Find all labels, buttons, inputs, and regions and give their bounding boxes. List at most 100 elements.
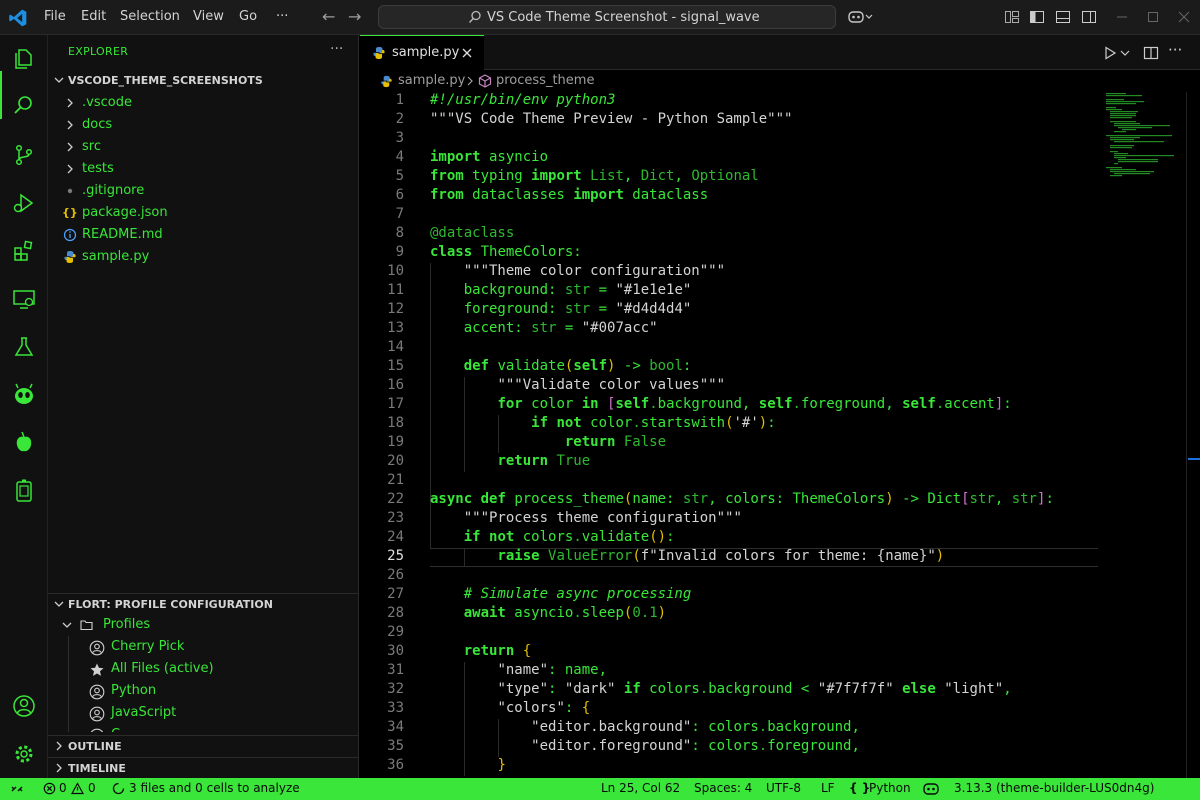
- tree-item-readme[interactable]: README.md: [48, 224, 359, 246]
- customize-layout-icon[interactable]: [1004, 9, 1020, 25]
- source-control-icon[interactable]: [12, 143, 36, 167]
- line-number: 3: [395, 130, 404, 146]
- code-line: async def process_theme(name: str, color…: [430, 491, 1054, 507]
- line-ending-setting[interactable]: LF: [821, 781, 835, 795]
- outline-section-header[interactable]: OUTLINE: [48, 735, 359, 757]
- line-number: 11: [387, 282, 404, 298]
- menu-file[interactable]: File: [44, 9, 66, 24]
- profile-label: Python: [111, 683, 157, 698]
- toggle-panel-icon[interactable]: [1055, 9, 1071, 25]
- line-number: 30: [387, 643, 404, 659]
- python-file-icon: [373, 47, 385, 59]
- code-editor[interactable]: 1 2 3 4 5 6 7 8 9 10 11 12 13 14 15 16 17 18 19 20 21 22 23 24 2…: [360, 92, 1200, 778]
- minimap[interactable]: [1104, 92, 1174, 182]
- search-view-icon[interactable]: [12, 93, 36, 117]
- analysis-status[interactable]: 3 files and 0 cells to analyze: [129, 781, 300, 795]
- indentation-setting[interactable]: Spaces: 4: [694, 781, 752, 795]
- split-editor-icon[interactable]: [1143, 45, 1159, 61]
- breadcrumb-symbol[interactable]: process_theme: [496, 73, 594, 88]
- toggle-primary-sidebar-icon[interactable]: [1029, 9, 1045, 25]
- run-file-icon[interactable]: [1102, 45, 1118, 61]
- activity-bar: [0, 35, 48, 778]
- code-line: from typing import List, Dict, Optional: [430, 168, 759, 184]
- cursor-position[interactable]: Ln 25, Col 62: [601, 781, 680, 795]
- copilot-icon[interactable]: [848, 9, 874, 25]
- command-center[interactable]: VS Code Theme Screenshot - signal_wave: [378, 5, 836, 29]
- error-count[interactable]: 0: [59, 781, 67, 795]
- code-line: """Validate color values""": [497, 377, 726, 393]
- run-debug-icon[interactable]: [12, 191, 36, 215]
- forward-arrow-icon[interactable]: →: [348, 7, 361, 26]
- tree-item-docs-folder[interactable]: docs: [48, 114, 359, 136]
- tree-item-sample-py[interactable]: sample.py: [48, 246, 359, 268]
- profile-item-cherry-pick[interactable]: Cherry Pick: [48, 636, 359, 658]
- explorer-icon[interactable]: [12, 47, 36, 71]
- tree-item-vscode-folder[interactable]: .vscode: [48, 92, 359, 114]
- timeline-section-header[interactable]: TIMELINE: [48, 757, 359, 779]
- remote-indicator-icon[interactable]: [10, 782, 24, 796]
- maximize-icon[interactable]: [1145, 9, 1161, 25]
- profile-item-python[interactable]: Python: [48, 680, 359, 702]
- accounts-icon[interactable]: [12, 694, 36, 718]
- tree-item-gitignore[interactable]: .gitignore: [48, 180, 359, 202]
- profile-label: C: [111, 727, 120, 732]
- menu-selection[interactable]: Selection: [120, 9, 180, 24]
- editor-more-actions[interactable]: ···: [1168, 41, 1184, 59]
- editor-group: sample.py ··· sample.py process_theme 12…: [360, 35, 1200, 778]
- menu-go[interactable]: Go: [239, 9, 257, 24]
- workspace-section-header[interactable]: VSCODE_THEME_SCREENSHOTS: [48, 70, 359, 92]
- error-icon[interactable]: [43, 782, 56, 795]
- tree-item-label: package.json: [82, 205, 168, 220]
- cherry-extension-icon[interactable]: [12, 431, 36, 455]
- line-number: 20: [387, 453, 404, 469]
- code-line: """Process theme configuration""": [463, 510, 742, 526]
- menu-view[interactable]: View: [193, 9, 224, 24]
- testing-icon[interactable]: [12, 335, 36, 359]
- python-interpreter[interactable]: 3.13.3 (theme-builder-LUS0dn4g): [954, 781, 1154, 795]
- manage-gear-icon[interactable]: [12, 742, 36, 766]
- editor-tabs: sample.py ···: [360, 35, 1200, 70]
- profile-item-javascript[interactable]: JavaScript: [48, 702, 359, 724]
- profile-label: All Files (active): [111, 661, 214, 676]
- remote-explorer-icon[interactable]: [12, 287, 36, 311]
- breadcrumb-file[interactable]: sample.py: [398, 73, 465, 88]
- line-number: 26: [387, 567, 404, 583]
- chevron-down-icon: [62, 622, 72, 628]
- alien-extension-icon[interactable]: [12, 383, 36, 407]
- line-number: 23: [387, 510, 404, 526]
- profile-config-title: FLORT: PROFILE CONFIGURATION: [68, 598, 273, 611]
- clipboard-extension-icon[interactable]: [12, 479, 36, 503]
- warning-icon[interactable]: [71, 782, 84, 795]
- extensions-icon[interactable]: [12, 239, 36, 263]
- tree-item-src-folder[interactable]: src: [48, 136, 359, 158]
- tab-sample-py[interactable]: sample.py: [360, 35, 484, 70]
- encoding-setting[interactable]: UTF-8: [766, 781, 801, 795]
- tree-item-tests-folder[interactable]: tests: [48, 158, 359, 180]
- code-line: background: str = "#1e1e1e": [430, 282, 692, 298]
- menu-more[interactable]: ···: [276, 9, 288, 24]
- profile-item-c[interactable]: C: [48, 724, 359, 732]
- chevron-right-icon: [67, 98, 73, 108]
- code-line: #!/usr/bin/env python3: [430, 92, 616, 108]
- profile-label: Cherry Pick: [111, 639, 185, 654]
- tree-item-label: tests: [82, 161, 114, 176]
- menu-edit[interactable]: Edit: [81, 9, 106, 24]
- close-tab-icon[interactable]: [460, 46, 474, 60]
- line-number: 36: [387, 757, 404, 773]
- minimize-icon[interactable]: [1114, 9, 1130, 25]
- tree-item-package-json[interactable]: {} package.json: [48, 202, 359, 224]
- warning-count[interactable]: 0: [88, 781, 96, 795]
- run-dropdown-chevron-icon[interactable]: [1120, 45, 1130, 61]
- line-number: 33: [387, 700, 404, 716]
- sidebar-more-actions[interactable]: ···: [330, 41, 343, 57]
- toggle-secondary-sidebar-icon[interactable]: [1081, 9, 1097, 25]
- profile-config-section-header[interactable]: FLORT: PROFILE CONFIGURATION: [48, 593, 359, 615]
- copilot-status-icon[interactable]: [922, 781, 940, 796]
- profile-item-all-files[interactable]: All Files (active): [48, 658, 359, 680]
- close-window-icon[interactable]: [1176, 9, 1192, 25]
- language-mode[interactable]: Python: [869, 781, 911, 795]
- back-arrow-icon[interactable]: ←: [322, 7, 335, 26]
- line-number: 18: [387, 415, 404, 431]
- chevron-right-icon: [56, 741, 62, 751]
- profiles-folder[interactable]: Profiles: [48, 614, 359, 636]
